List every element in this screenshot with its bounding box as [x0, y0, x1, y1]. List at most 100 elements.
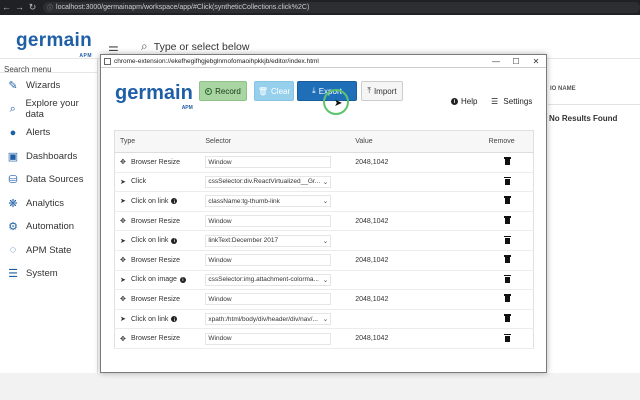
step-type: Click on image [131, 276, 177, 284]
state-icon: ◌ [9, 244, 17, 256]
pointer-icon: ➤ [120, 237, 126, 245]
value-cell[interactable]: 2048,1042 [350, 290, 483, 310]
remove-cell [484, 290, 534, 310]
table-row: ➤ Click on image i cssSelector:img.attac… [114, 270, 534, 290]
step-type: Click [131, 178, 147, 186]
germain-logo[interactable]: germain APM [16, 30, 92, 59]
trash-icon[interactable] [503, 196, 511, 205]
chevron-down-icon[interactable]: ⌄ [323, 315, 329, 323]
global-search: ⌕ [141, 39, 354, 54]
search-menu-input[interactable] [4, 63, 94, 76]
move-icon: ✥ [120, 218, 126, 226]
sidebar-item-apm-state[interactable]: ◌ APM State [0, 239, 97, 261]
forward-icon[interactable]: → [13, 0, 26, 15]
trash-icon[interactable] [503, 314, 511, 323]
chevron-down-icon[interactable]: ⌄ [323, 237, 329, 245]
type-cell: ➤ Click on link i [115, 231, 201, 251]
sidebar-item-data-sources[interactable]: ⛁ Data Sources [0, 169, 97, 191]
mouse-cursor-icon: ➤ [334, 98, 343, 109]
minimize-icon[interactable]: — [486, 57, 506, 66]
move-icon: ✥ [120, 257, 126, 265]
selector-text: cssSelector:div.ReactVirtualized__Gr... [208, 178, 321, 186]
remove-cell [484, 211, 534, 231]
maximize-icon[interactable]: ☐ [506, 57, 526, 66]
value-cell[interactable] [350, 192, 483, 212]
info-icon[interactable]: i [171, 316, 178, 323]
close-icon[interactable]: ✕ [526, 57, 546, 66]
chevron-down-icon[interactable]: ⌄ [323, 276, 329, 284]
selector-cell: cssSelector:div.ReactVirtualized__Gr... … [200, 172, 350, 192]
browser-toolbar: ← → ↻ ⓘ localhost:3000/germainapm/worksp… [0, 0, 640, 15]
sliders-icon: ☰ [8, 268, 18, 280]
selector-field[interactable]: cssSelector:div.ReactVirtualized__Gr... … [205, 175, 332, 188]
value-cell[interactable] [350, 172, 483, 192]
value-cell[interactable]: 2048,1042 [350, 211, 483, 231]
value-cell[interactable] [350, 309, 483, 329]
table-row: ➤ Click on link i xpath:/html/body/div/h… [114, 309, 534, 329]
trash-icon: 🗑 [257, 86, 269, 96]
reload-icon[interactable]: ↻ [26, 0, 39, 15]
sidebar-item-alerts[interactable]: ● Alerts [0, 122, 97, 144]
selector-field[interactable]: cssSelector:img.attachment-colorma... ⌄ [205, 273, 332, 286]
trash-icon[interactable] [503, 274, 511, 283]
trash-icon[interactable] [503, 333, 511, 342]
type-cell: ➤ Click [115, 172, 201, 192]
sidebar-item-dashboards[interactable]: ▣ Dashboards [0, 145, 97, 167]
selector-field[interactable]: Window [205, 293, 332, 306]
sidebar: ✎ Wizards ⌕ Explore your data ● Alerts ▣… [0, 59, 98, 373]
dashboard-icon: ▣ [7, 150, 19, 163]
trash-icon[interactable] [503, 216, 511, 225]
global-search-input[interactable] [153, 40, 354, 53]
value-cell[interactable]: 2048,1042 [350, 153, 483, 173]
address-bar[interactable]: ⓘ localhost:3000/germainapm/workspace/ap… [43, 2, 640, 13]
selector-field[interactable]: Window [205, 156, 332, 169]
popup-title-bar: chrome-extension://ekefhegifhgjebglnmofo… [101, 55, 546, 68]
trash-icon[interactable] [503, 157, 511, 166]
value-cell[interactable] [350, 270, 483, 290]
back-icon[interactable]: ← [0, 0, 13, 15]
value-cell[interactable]: 2048,1042 [350, 250, 483, 270]
popup-url: chrome-extension://ekefhegifhgjebglnmofo… [114, 57, 319, 65]
sidebar-item-explore[interactable]: ⌕ Explore your data [0, 98, 97, 120]
column-remove: Remove [483, 130, 534, 153]
help-link[interactable]: i Help [451, 97, 477, 106]
trash-icon[interactable] [503, 255, 511, 264]
database-icon: ⛁ [8, 174, 18, 186]
sidebar-item-automation[interactable]: ⚙ Automation [0, 216, 97, 238]
selector-field[interactable]: Window [205, 215, 332, 228]
selector-text: Window [208, 256, 232, 264]
search-icon: ⌕ [141, 39, 148, 53]
type-cell: ✥ Browser Resize [115, 211, 201, 231]
table-row: ➤ Click on link i linkText:December 2017… [114, 231, 534, 251]
value-cell[interactable] [350, 231, 483, 251]
selector-field[interactable]: linkText:December 2017 ⌄ [205, 234, 332, 247]
info-icon[interactable]: i [179, 276, 186, 283]
chevron-down-icon[interactable]: ⌄ [323, 178, 329, 186]
info-icon[interactable]: i [171, 198, 178, 205]
move-icon: ✥ [120, 159, 126, 167]
selector-text: Window [208, 335, 232, 343]
selector-cell: cssSelector:img.attachment-colorma... ⌄ [200, 270, 350, 290]
selector-field[interactable]: xpath:/html/body/div/header/div/nav/... … [205, 313, 332, 326]
selector-field[interactable]: className:tg-thumb-link ⌄ [205, 195, 332, 208]
clear-button[interactable]: 🗑 Clear [254, 81, 294, 101]
type-cell: ➤ Click on link i [115, 192, 201, 212]
chevron-down-icon[interactable]: ⌄ [323, 197, 329, 205]
record-button[interactable]: Record [199, 81, 247, 101]
settings-link[interactable]: ☰ Settings [491, 97, 532, 106]
trash-icon[interactable] [503, 235, 511, 244]
step-type: Browser Resize [131, 256, 181, 264]
sidebar-item-wizards[interactable]: ✎ Wizards [0, 75, 97, 97]
trash-icon[interactable] [503, 176, 511, 185]
selector-field[interactable]: Window [205, 254, 332, 267]
selector-field[interactable]: Window [205, 332, 332, 345]
value-cell[interactable]: 2048,1042 [350, 329, 483, 349]
selector-text: Window [208, 295, 232, 303]
remove-cell [484, 153, 534, 173]
column-header[interactable]: IO NAME [550, 86, 576, 92]
import-button[interactable]: ⤒ Import [361, 81, 403, 101]
info-icon[interactable]: i [171, 237, 178, 244]
trash-icon[interactable] [503, 294, 511, 303]
sidebar-item-analytics[interactable]: ❋ Analytics [0, 192, 97, 214]
sidebar-item-system[interactable]: ☰ System [0, 263, 97, 285]
